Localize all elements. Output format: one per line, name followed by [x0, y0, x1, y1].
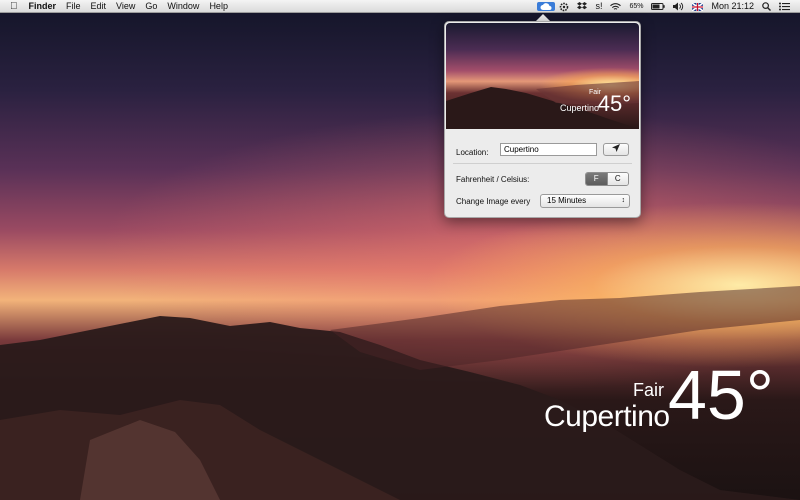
desktop-temperature: 45°	[668, 356, 774, 434]
unit-celsius-button[interactable]: C	[606, 173, 628, 185]
menu-go[interactable]: Go	[140, 0, 162, 13]
menu-window[interactable]: Window	[162, 0, 204, 13]
thumbnail-temperature: 45°	[597, 91, 631, 116]
dropbox-icon[interactable]	[573, 2, 591, 11]
status-area: s! 65% Mon 21:12	[537, 0, 794, 13]
sync-status[interactable]: s!	[591, 0, 606, 13]
flag-icon[interactable]	[688, 2, 707, 11]
menu-edit[interactable]: Edit	[86, 0, 112, 13]
app-menu-finder[interactable]: Finder	[24, 0, 62, 13]
location-label: Location:	[456, 148, 489, 157]
volume-icon[interactable]	[669, 2, 688, 11]
image-interval-label: Change Image every	[456, 197, 531, 206]
image-interval-value: 15 Minutes	[547, 196, 587, 205]
menu-view[interactable]: View	[111, 0, 140, 13]
wifi-icon[interactable]	[606, 2, 625, 11]
chevron-updown-icon: ↕	[621, 197, 626, 204]
locate-me-button[interactable]	[603, 143, 629, 156]
location-input[interactable]: Cupertino	[500, 143, 597, 156]
weather-image-thumbnail: Fair Cupertino 45°	[446, 23, 639, 129]
weather-popover: Fair Cupertino 45° Location: Cupertino F…	[444, 21, 641, 218]
units-label: Fahrenheit / Celsius:	[456, 175, 530, 184]
image-interval-select[interactable]: 15 Minutes ↕	[540, 194, 630, 208]
menu-help[interactable]: Help	[204, 0, 233, 13]
list-icon[interactable]	[775, 2, 794, 11]
cloud-icon[interactable]	[537, 2, 556, 11]
desktop-condition: Fair	[633, 380, 664, 400]
desktop-city: Cupertino	[544, 400, 670, 433]
clock[interactable]: Mon 21:12	[707, 0, 758, 13]
battery-percent[interactable]: 65%	[625, 0, 647, 13]
divider	[453, 163, 632, 164]
units-segmented-control: F C	[585, 172, 629, 186]
apple-icon[interactable]: 	[0, 0, 24, 13]
battery-icon[interactable]	[647, 3, 669, 10]
gear-icon[interactable]	[555, 2, 573, 12]
thumbnail-city: Cupertino	[559, 103, 599, 113]
menu-file[interactable]: File	[61, 0, 86, 13]
location-arrow-icon	[612, 144, 620, 152]
unit-fahrenheit-button[interactable]: F	[586, 173, 607, 185]
menu-bar:  Finder File Edit View Go Window Help s…	[0, 0, 800, 13]
search-icon[interactable]	[758, 2, 775, 11]
